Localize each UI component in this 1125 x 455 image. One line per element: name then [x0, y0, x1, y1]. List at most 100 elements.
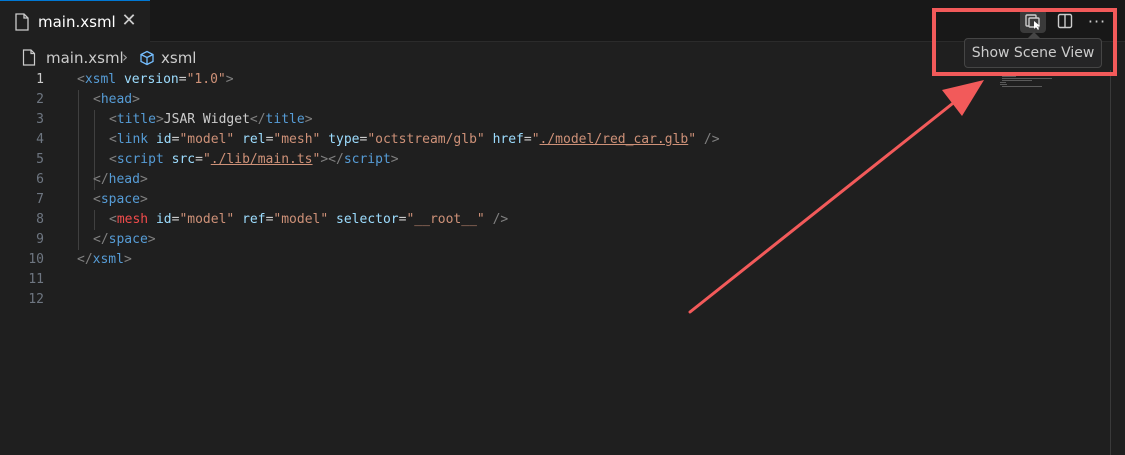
code-line[interactable]: 9 </space> — [0, 230, 1110, 250]
code-token: " — [202, 152, 211, 167]
code-link[interactable]: ./lib/main.ts — [211, 152, 313, 167]
code-token: </ — [93, 172, 109, 187]
code-token: xsml — [84, 72, 117, 87]
code-token: < — [93, 192, 101, 207]
code-token: head — [108, 172, 140, 187]
code-token: script — [116, 152, 164, 167]
code-text: <link id="model" rel="mesh" type="octstr… — [109, 130, 720, 150]
code-line[interactable]: 12 — [0, 290, 1110, 310]
code-text: <mesh id="model" ref="model" selector="_… — [109, 210, 508, 230]
code-token: rel — [242, 132, 266, 147]
xsml-element-icon — [140, 50, 154, 66]
file-icon — [22, 49, 36, 66]
code-token: = — [523, 132, 532, 147]
annotation-highlight-box — [932, 8, 1117, 76]
code-line[interactable]: 4 <link id="model" rel="mesh" type="octst… — [0, 130, 1110, 150]
code-line[interactable]: 7 <space> — [0, 190, 1110, 210]
code-text: </xsml> — [77, 250, 132, 270]
line-number: 6 — [36, 172, 44, 187]
code-text: <title>JSAR Widget</title> — [109, 110, 313, 130]
code-line[interactable]: 5 <script src="./lib/main.ts"></script> — [0, 150, 1110, 170]
code-token: > — [390, 152, 399, 167]
code-editor[interactable]: 1 <xsml version="1.0"> 2 <head> 3 <title>JSAR… — [0, 70, 1125, 455]
line-number: 11 — [28, 272, 44, 287]
line-number: 8 — [36, 212, 44, 227]
code-token: < — [109, 112, 117, 127]
line-number: 12 — [28, 292, 44, 307]
line-number: 10 — [28, 252, 44, 267]
tab-main-xsml[interactable]: main.xsml ✕ — [0, 0, 150, 42]
line-number: 3 — [36, 112, 44, 127]
code-token: > — [123, 252, 132, 267]
code-token: title — [265, 112, 305, 127]
code-token: "mesh" — [273, 132, 321, 147]
code-token: JSAR Widget — [163, 112, 250, 127]
code-line[interactable]: 2 <head> — [0, 90, 1110, 110]
code-token: head — [100, 92, 133, 107]
code-token: "__root__" — [406, 212, 485, 227]
code-token: > — [139, 192, 148, 207]
code-line[interactable]: 8 <mesh id="model" ref="model" selector="… — [0, 210, 1110, 230]
code-text: </space> — [93, 230, 156, 250]
line-number: 7 — [36, 192, 44, 207]
code-token: selector — [336, 212, 399, 227]
code-token: > — [225, 72, 234, 87]
code-token: = — [178, 72, 187, 87]
breadcrumb-file[interactable]: main.xsml — [46, 49, 124, 67]
line-number: 1 — [36, 72, 44, 87]
code-link[interactable]: ./model/red_car.glb — [540, 132, 689, 147]
code-token: < — [77, 72, 85, 87]
code-token: < — [93, 92, 101, 107]
code-token: "octstream/glb" — [367, 132, 485, 147]
line-number: 5 — [36, 152, 44, 167]
code-token: > — [139, 172, 148, 187]
code-line[interactable]: 11 — [0, 270, 1110, 290]
code-token: < — [109, 212, 117, 227]
code-token: "1.0" — [186, 72, 226, 87]
code-token: > — [147, 232, 156, 247]
code-token: src — [171, 152, 196, 167]
code-token: "model" — [179, 132, 235, 147]
code-token: < — [109, 152, 117, 167]
vertical-scrollbar[interactable] — [1110, 70, 1111, 455]
chevron-right-icon: › — [122, 48, 128, 66]
code-token: href — [492, 132, 524, 147]
code-token: title — [116, 112, 156, 127]
code-token: = — [195, 152, 203, 167]
breadcrumb-symbol[interactable]: xsml — [161, 49, 196, 67]
code-line[interactable]: 3 <title>JSAR Widget</title> — [0, 110, 1110, 130]
code-line[interactable]: 6 </head> — [0, 170, 1110, 190]
close-icon[interactable]: ✕ — [120, 10, 138, 32]
code-text: <script src="./lib/main.ts"></script> — [109, 150, 399, 170]
tab-title: main.xsml — [38, 13, 116, 31]
code-token: > — [304, 112, 313, 127]
code-text: <space> — [93, 190, 148, 210]
code-token: ></ — [320, 152, 344, 167]
code-token: space — [108, 232, 148, 247]
code-token: </ — [93, 232, 109, 247]
code-token: mesh — [116, 212, 149, 227]
code-token: id — [155, 212, 172, 227]
code-token: type — [328, 132, 360, 147]
code-token: /> — [703, 132, 720, 147]
code-token: space — [100, 192, 140, 207]
code-token: xsml — [92, 252, 124, 267]
line-number: 4 — [36, 132, 44, 147]
code-token: " — [688, 132, 697, 147]
code-token: </ — [77, 252, 93, 267]
file-icon — [15, 13, 29, 31]
code-token: < — [109, 132, 117, 147]
code-token: id — [155, 132, 172, 147]
code-line[interactable]: 10 </xsml> — [0, 250, 1110, 270]
code-token: > — [132, 92, 140, 107]
line-number: 9 — [36, 232, 44, 247]
